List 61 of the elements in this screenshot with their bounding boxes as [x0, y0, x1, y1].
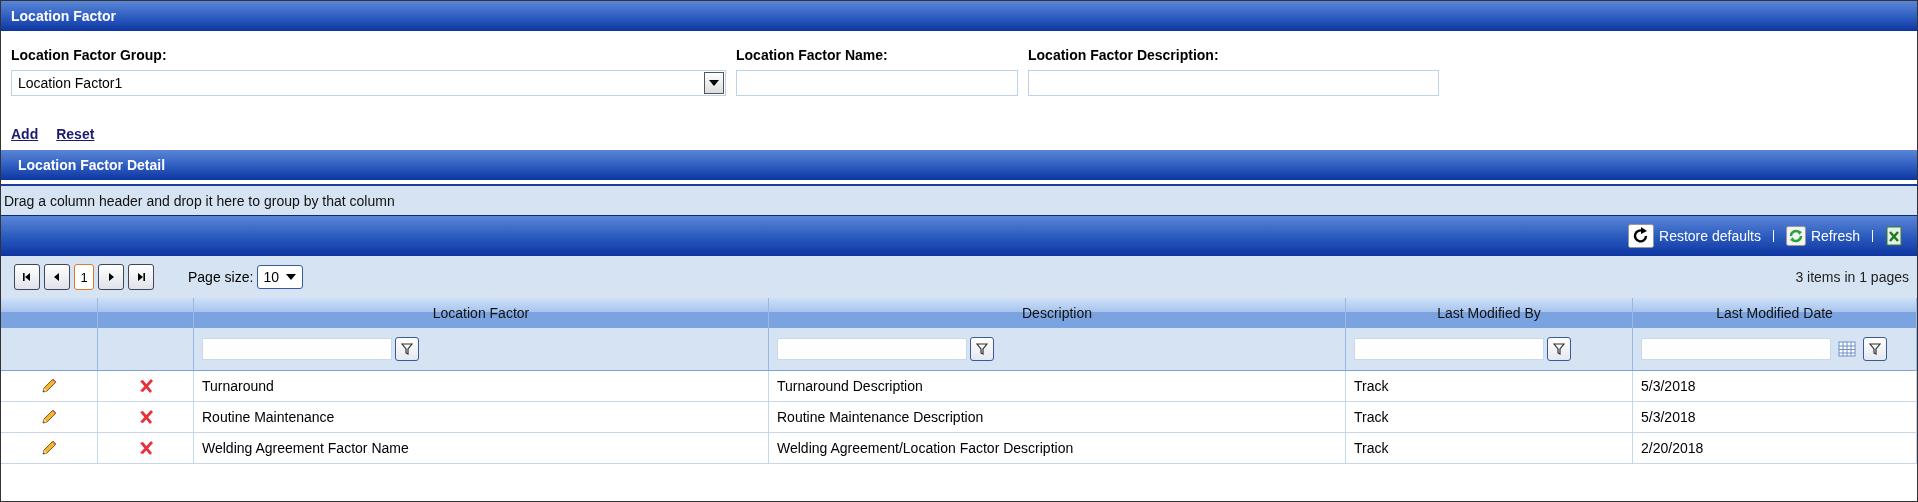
last-page-button[interactable]: [128, 264, 154, 290]
table-cell: Routine Maintenance Description: [769, 402, 1346, 433]
pencil-icon[interactable]: [40, 439, 58, 457]
section-header: Location Factor Detail: [1, 150, 1917, 180]
restore-icon[interactable]: [1628, 224, 1654, 248]
table-cell: 5/3/2018: [1633, 402, 1917, 433]
field-label: Location Factor Group:: [11, 47, 168, 65]
delete-icon[interactable]: [137, 378, 154, 394]
section-header: Location Factor: [1, 1, 1917, 31]
next-page-button[interactable]: [98, 264, 124, 290]
table-cell: Routine Maintenance: [194, 402, 769, 433]
text-field[interactable]: [1028, 70, 1439, 96]
field-label: Location Factor Description:: [1028, 47, 1220, 65]
delete-icon[interactable]: [137, 409, 154, 425]
first-page-icon[interactable]: [22, 272, 32, 282]
column-header[interactable]: Last Modified Date: [1633, 298, 1917, 328]
action-link[interactable]: Reset: [56, 126, 95, 142]
previous-page-icon[interactable]: [52, 272, 62, 282]
pencil-icon[interactable]: [40, 377, 58, 395]
table-cell: Welding Agreement/Location Factor Description: [769, 433, 1346, 464]
action-link[interactable]: Add: [11, 126, 39, 142]
refresh-icon[interactable]: [1785, 226, 1806, 246]
filter-field[interactable]: [202, 338, 392, 360]
table-cell: Turnaround: [194, 371, 769, 402]
filter-field[interactable]: [777, 338, 967, 360]
filter-field[interactable]: [1641, 338, 1831, 360]
caret-icon[interactable]: [704, 72, 724, 94]
dropdown-field[interactable]: Location Factor1: [11, 70, 726, 96]
filter-field[interactable]: [1354, 338, 1544, 360]
filter-icon[interactable]: [1547, 337, 1571, 361]
table-cell: Track: [1346, 371, 1633, 402]
caret-icon[interactable]: [286, 274, 297, 280]
table-cell: 2/20/2018: [1633, 433, 1917, 464]
next-page-icon[interactable]: [106, 272, 116, 282]
last-page-icon[interactable]: [136, 272, 146, 282]
spreadsheet-export-icon[interactable]: [1885, 226, 1903, 246]
page-size-dropdown[interactable]: 10: [257, 265, 304, 289]
table-cell: Welding Agreement Factor Name: [194, 433, 769, 464]
column-header[interactable]: Location Factor: [194, 298, 769, 328]
table-cell: Track: [1346, 402, 1633, 433]
toolbar-button-label[interactable]: Restore defaults: [1659, 228, 1761, 244]
pencil-icon[interactable]: [40, 408, 58, 426]
filter-icon[interactable]: [970, 337, 994, 361]
page-number-button[interactable]: 1: [74, 264, 94, 290]
item-count: 3 items in 1 pages: [1795, 269, 1909, 285]
group-panel: Drag a column header and drop it here to group by that column: [1, 184, 1917, 215]
column-header[interactable]: Description: [769, 298, 1346, 328]
text-field[interactable]: [736, 70, 1018, 96]
filter-icon[interactable]: [1863, 337, 1887, 361]
column-header[interactable]: Last Modified By: [1346, 298, 1633, 328]
delete-icon[interactable]: [137, 440, 154, 456]
table-cell: Track: [1346, 433, 1633, 464]
field-label: Location Factor Name:: [736, 47, 889, 65]
toolbar-button-label[interactable]: Refresh: [1810, 228, 1860, 244]
table-cell: Turnaround Description: [769, 371, 1346, 402]
table-cell: 5/3/2018: [1633, 371, 1917, 402]
first-page-button[interactable]: [14, 264, 40, 290]
page-size-label: Page size:: [188, 269, 254, 285]
calendar-icon[interactable]: [1838, 341, 1856, 357]
previous-page-button[interactable]: [44, 264, 70, 290]
filter-icon[interactable]: [395, 337, 419, 361]
